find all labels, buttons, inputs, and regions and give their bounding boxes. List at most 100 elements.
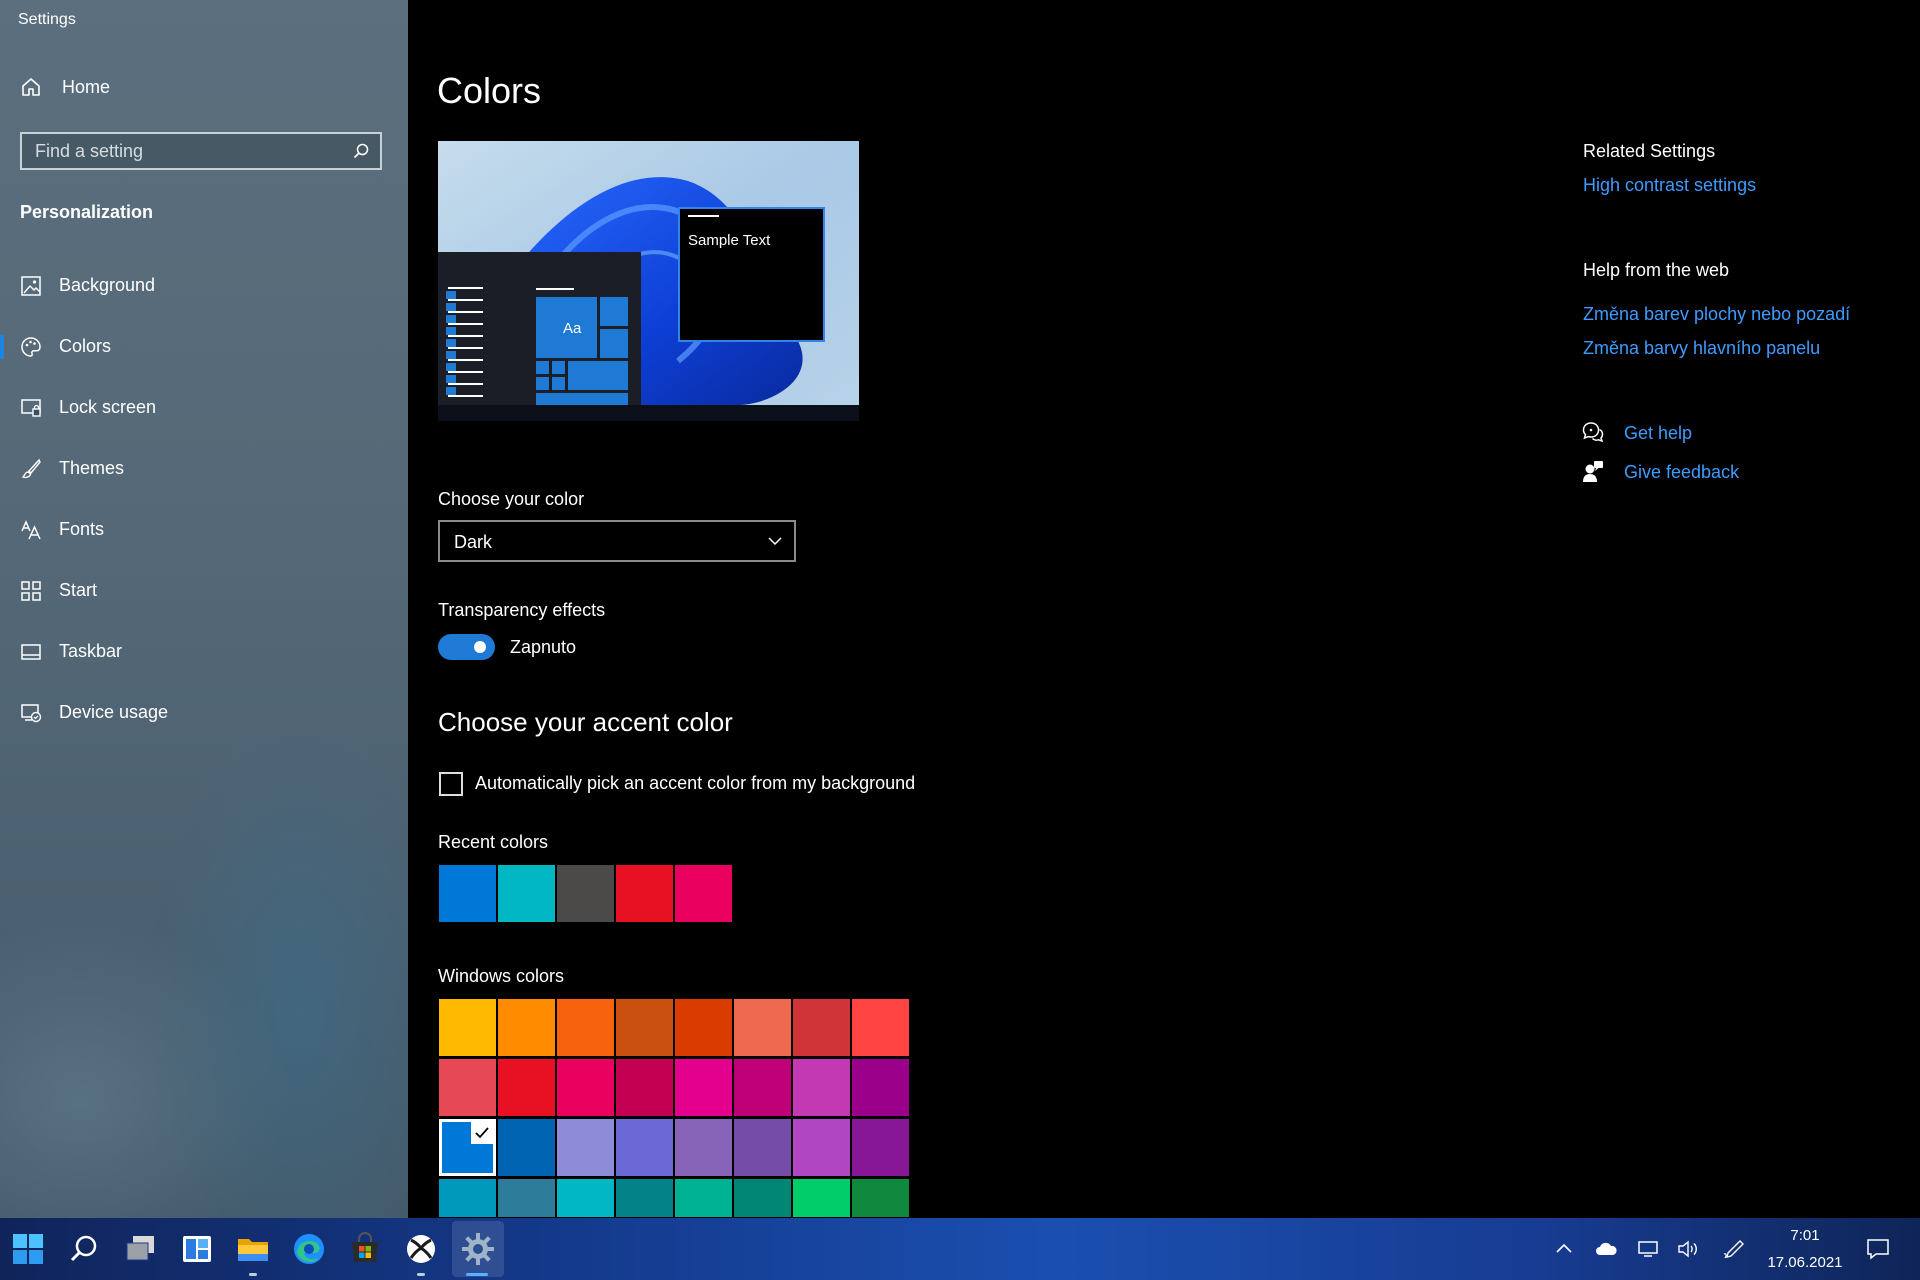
sidebar-item-label: Fonts: [59, 519, 105, 539]
home-icon: [22, 78, 40, 96]
sidebar-item-taskbar[interactable]: Taskbar: [0, 629, 408, 675]
sidebar-item-label: Home: [62, 76, 111, 97]
transparency-toggle[interactable]: [438, 634, 495, 660]
windows-color-swatch[interactable]: [793, 1179, 850, 1217]
sidebar-item-start[interactable]: Start: [0, 568, 408, 614]
recent-color-swatch[interactable]: [557, 865, 614, 922]
chevron-up-icon[interactable]: [1552, 1239, 1576, 1259]
sidebar-item-label: Colors: [59, 336, 112, 356]
network-icon[interactable]: [1636, 1239, 1660, 1259]
windows-color-swatch[interactable]: [616, 999, 673, 1056]
windows-color-swatch[interactable]: [734, 1059, 791, 1116]
edge-icon[interactable]: [291, 1231, 327, 1267]
sidebar-item-background[interactable]: Background: [0, 263, 408, 309]
windows-color-swatch[interactable]: [675, 1119, 732, 1176]
sidebar-item-colors[interactable]: Colors: [0, 324, 408, 370]
sidebar-item-label: Background: [59, 275, 156, 295]
windows-color-swatch[interactable]: [557, 1179, 614, 1217]
file-explorer-icon[interactable]: [235, 1231, 271, 1267]
widgets-icon[interactable]: [179, 1231, 215, 1267]
toggle-state-label: Zapnuto: [510, 637, 577, 657]
onedrive-cloud-icon[interactable]: [1594, 1239, 1618, 1259]
windows-color-swatch[interactable]: [439, 1059, 496, 1116]
sidebar-item-label: Lock screen: [59, 397, 157, 417]
store-icon[interactable]: [347, 1231, 383, 1267]
pen-icon[interactable]: [1722, 1239, 1746, 1259]
windows-start-icon[interactable]: [10, 1231, 46, 1267]
related-settings-title: Related Settings: [1583, 141, 1716, 161]
sidebar-item-device-usage[interactable]: Device usage: [0, 690, 408, 736]
high-contrast-link[interactable]: High contrast settings: [1583, 175, 1756, 196]
windows-color-swatch[interactable]: [557, 1059, 614, 1116]
recent-color-swatch[interactable]: [616, 865, 673, 922]
windows-color-swatch[interactable]: [498, 1179, 555, 1217]
windows-color-swatch[interactable]: [734, 999, 791, 1056]
windows-color-swatch[interactable]: [675, 999, 732, 1056]
task-view-icon[interactable]: [123, 1231, 159, 1267]
windows-color-swatch[interactable]: [675, 1179, 732, 1217]
device-usage-icon: [21, 704, 42, 723]
recent-color-swatch[interactable]: [675, 865, 732, 922]
windows-color-swatch[interactable]: [734, 1179, 791, 1217]
windows-color-swatch[interactable]: [675, 1059, 732, 1116]
running-indicator: [417, 1273, 425, 1276]
color-mode-dropdown[interactable]: Dark: [438, 520, 796, 562]
windows-color-swatch[interactable]: [793, 999, 850, 1056]
sidebar-item-label: Taskbar: [59, 641, 123, 661]
accent-heading: Choose your accent color: [438, 707, 733, 737]
windows-color-swatch[interactable]: [852, 1059, 909, 1116]
sidebar-item-fonts[interactable]: Fonts: [0, 507, 408, 553]
active-indicator: [466, 1273, 488, 1276]
windows-color-swatch[interactable]: [793, 1119, 850, 1176]
search-input[interactable]: [22, 134, 342, 168]
sidebar-item-label: Device usage: [59, 702, 169, 722]
windows-color-swatch[interactable]: [498, 1059, 555, 1116]
section-title: Personalization: [20, 202, 154, 222]
lock-screen-icon: [21, 399, 41, 417]
windows-color-swatch[interactable]: [852, 1179, 909, 1217]
sidebar-item-themes[interactable]: Themes: [0, 446, 408, 492]
brush-icon: [21, 458, 41, 479]
auto-accent-label: Automatically pick an accent color from …: [475, 773, 916, 793]
windows-color-swatch[interactable]: [734, 1119, 791, 1176]
give-feedback-link[interactable]: Give feedback: [1624, 462, 1739, 483]
windows-color-swatch[interactable]: [852, 1119, 909, 1176]
windows-color-swatch[interactable]: [616, 1119, 673, 1176]
preview-wallpaper: [438, 141, 859, 421]
web-link-taskbar-color[interactable]: Změna barvy hlavního panelu: [1583, 338, 1820, 359]
windows-color-swatch[interactable]: [616, 1179, 673, 1217]
recent-color-swatch[interactable]: [439, 865, 496, 922]
choose-color-label: Choose your color: [438, 489, 585, 509]
page-title: Colors: [437, 70, 542, 111]
windows-color-swatch[interactable]: [616, 1059, 673, 1116]
sidebar: Settings Home Personalization Background…: [0, 0, 408, 1218]
clock-time[interactable]: 7:01: [1780, 1227, 1830, 1244]
get-help-link[interactable]: Get help: [1624, 423, 1692, 444]
search-icon[interactable]: [67, 1231, 103, 1267]
windows-color-swatch[interactable]: [498, 1119, 555, 1176]
toggle-knob: [474, 641, 486, 653]
windows-color-swatch[interactable]: [439, 1179, 496, 1217]
web-link-desktop-colors[interactable]: Změna barev plochy nebo pozadí: [1583, 304, 1850, 325]
windows-color-swatch[interactable]: [852, 999, 909, 1056]
xbox-icon[interactable]: [403, 1231, 439, 1267]
clock-date[interactable]: 17.06.2021: [1764, 1254, 1846, 1271]
settings-gear-icon[interactable]: [460, 1231, 496, 1267]
notification-icon[interactable]: [1865, 1237, 1891, 1261]
checkmark-icon: [471, 1122, 493, 1144]
auto-accent-checkbox[interactable]: [439, 772, 463, 796]
sidebar-item-label: Themes: [59, 458, 125, 478]
windows-color-swatch-selected[interactable]: [439, 1119, 496, 1176]
windows-color-swatch[interactable]: [557, 999, 614, 1056]
windows-color-swatch[interactable]: [793, 1059, 850, 1116]
recent-color-swatch[interactable]: [498, 865, 555, 922]
sidebar-item-lock-screen[interactable]: Lock screen: [0, 385, 408, 431]
dropdown-value: Dark: [454, 532, 493, 552]
search-box[interactable]: [20, 132, 382, 170]
volume-icon[interactable]: [1676, 1239, 1700, 1259]
sidebar-item-home[interactable]: Home: [20, 76, 110, 98]
windows-color-swatch[interactable]: [498, 999, 555, 1056]
windows-color-swatch[interactable]: [557, 1119, 614, 1176]
windows-color-swatch[interactable]: [439, 999, 496, 1056]
search-icon[interactable]: [352, 142, 370, 160]
